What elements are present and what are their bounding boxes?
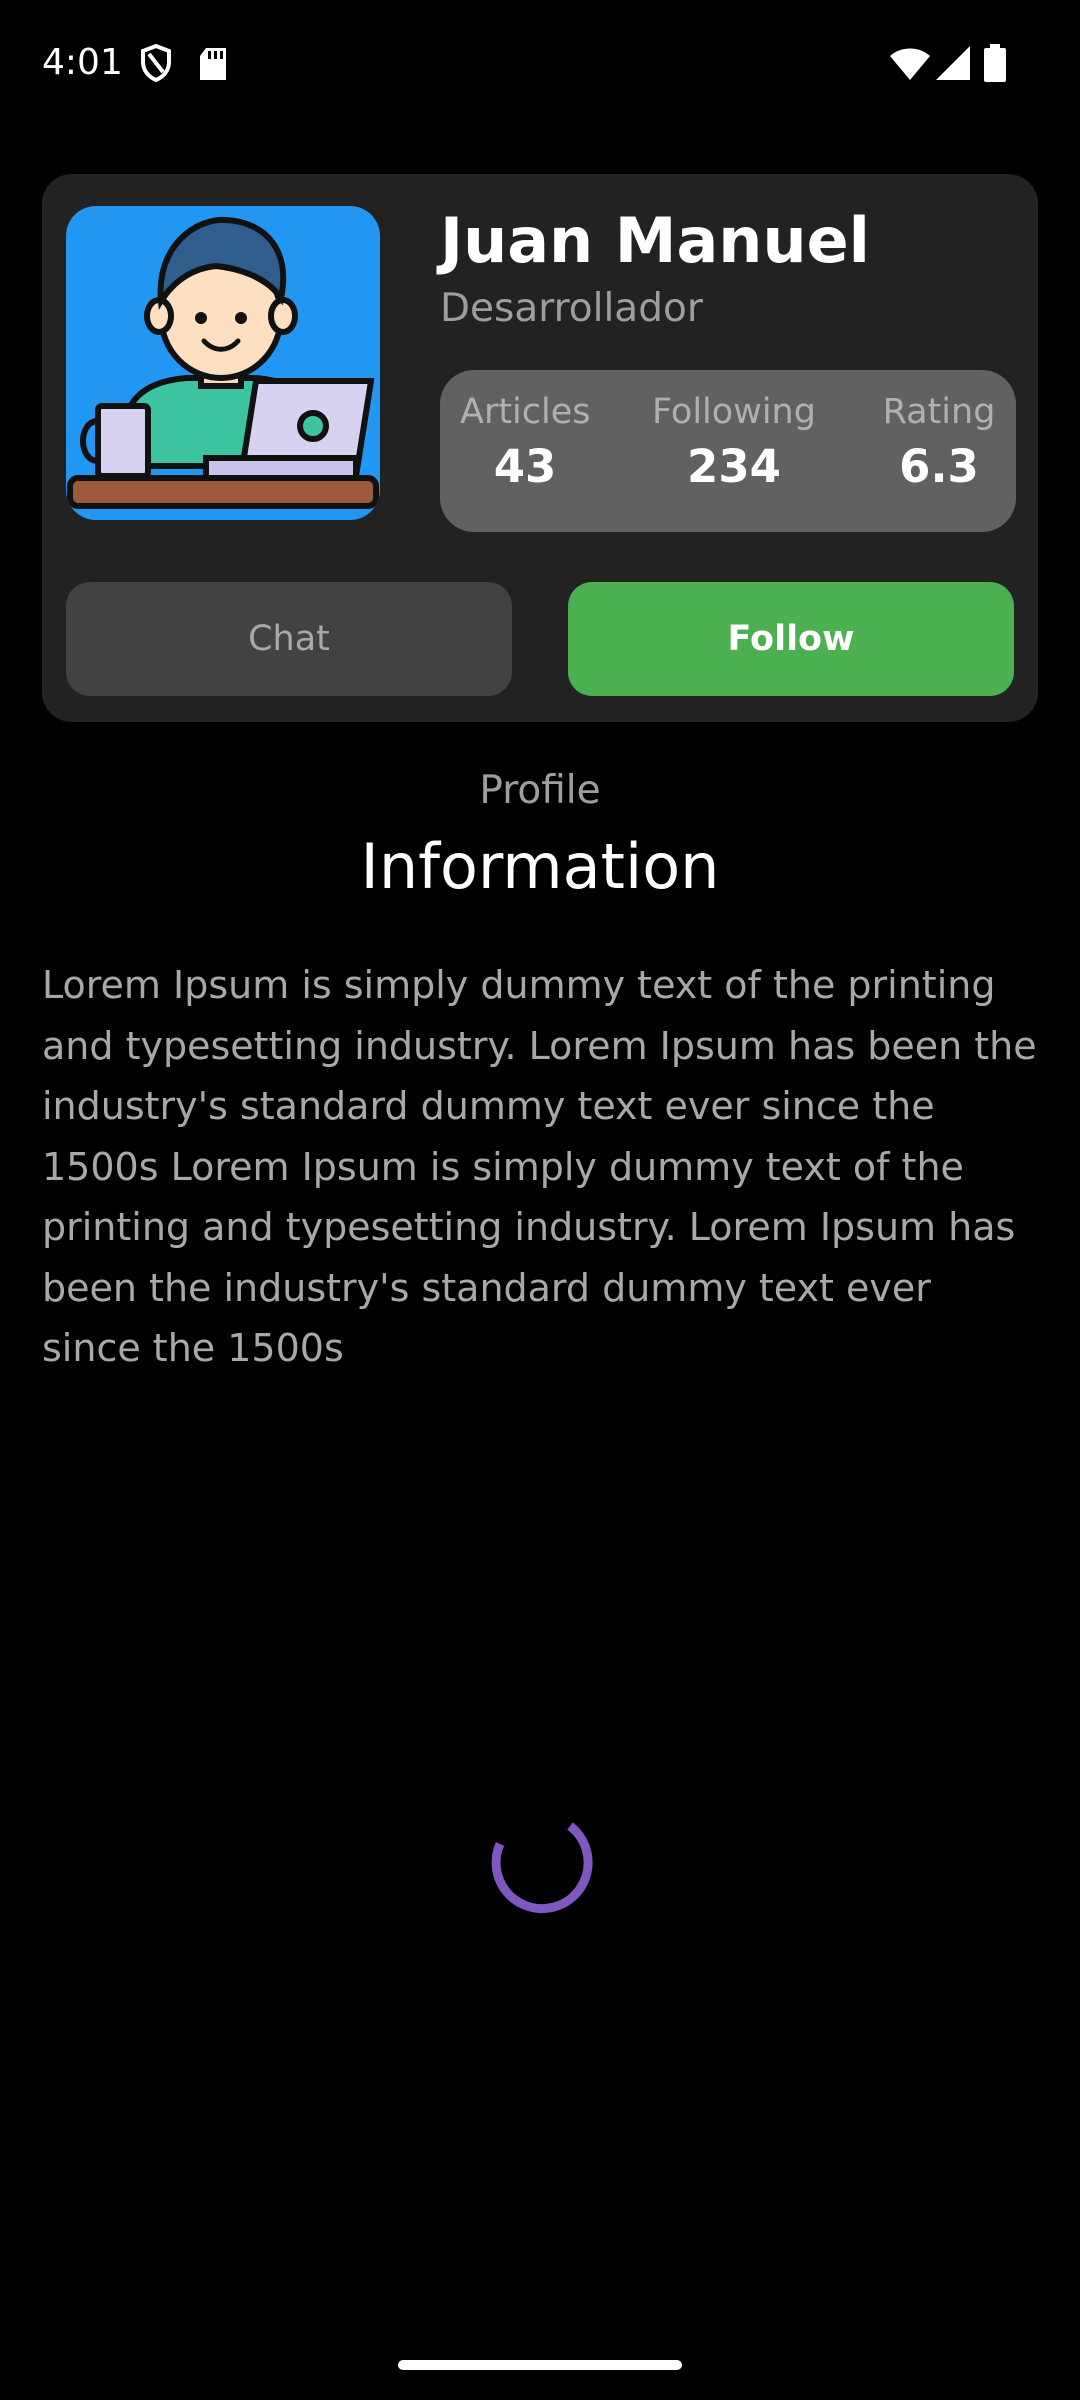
- wifi-icon: [890, 48, 930, 85]
- stat-value: 43: [493, 440, 557, 493]
- stats-box: Articles 43 Following 234 Rating 6.3: [440, 370, 1016, 532]
- stat-value: 234: [687, 440, 781, 493]
- section-subtitle: Profile: [479, 768, 601, 813]
- developer-avatar-icon: [66, 206, 380, 520]
- stat-rating: Rating 6.3: [876, 392, 1002, 493]
- chat-button[interactable]: Chat: [66, 582, 512, 696]
- stat-label: Articles: [460, 392, 591, 432]
- loading-spinner-icon: [486, 1804, 596, 1914]
- section-title: Information: [360, 830, 720, 903]
- profile-role: Desarrollador: [440, 286, 703, 331]
- stat-articles: Articles 43: [460, 392, 591, 493]
- follow-button[interactable]: Follow: [568, 582, 1014, 696]
- stat-label: Rating: [882, 392, 996, 432]
- status-bar: 4:01: [0, 0, 1080, 132]
- stat-label: Following: [652, 392, 816, 432]
- stat-value: 6.3: [899, 440, 979, 493]
- shield-icon: [140, 43, 172, 87]
- profile-name: Juan Manuel: [440, 204, 870, 277]
- signal-icon: [936, 46, 970, 85]
- home-indicator[interactable]: [398, 2360, 682, 2370]
- sd-card-icon: [198, 48, 228, 85]
- profile-card: Juan Manuel Desarrollador Articles 43 Fo…: [42, 174, 1038, 722]
- battery-icon: [984, 44, 1006, 87]
- stat-following: Following 234: [646, 392, 822, 493]
- status-time: 4:01: [42, 42, 123, 83]
- profile-description: Lorem Ipsum is simply dummy text of the …: [42, 963, 1037, 1370]
